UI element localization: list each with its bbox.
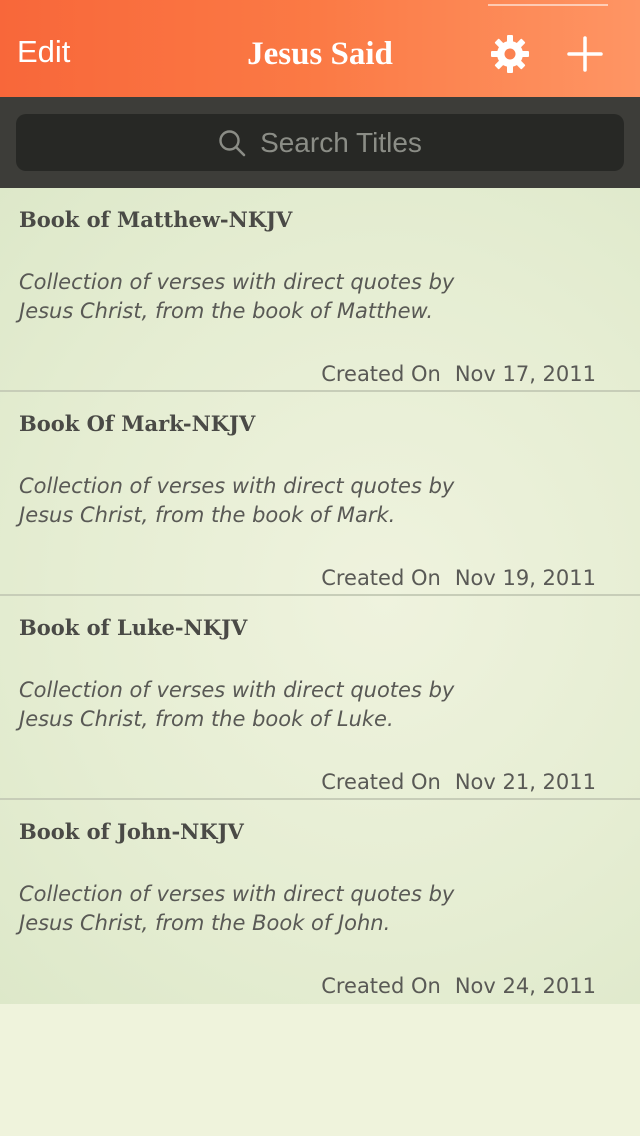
search-placeholder: Search Titles xyxy=(260,126,422,158)
gear-icon[interactable] xyxy=(488,32,532,76)
created-label: Created On xyxy=(321,362,441,386)
empty-list-area xyxy=(0,1004,640,1136)
item-created-date: Created On Nov 24, 2011 xyxy=(321,972,596,1000)
item-title: Book Of Mark-NKJV xyxy=(19,411,256,436)
created-date-value: Nov 21, 2011 xyxy=(454,770,596,794)
item-description: Collection of verses with direct quotes … xyxy=(19,268,479,326)
search-icon xyxy=(219,129,246,156)
item-description-line: Collection of verses with direct quotes … xyxy=(19,270,455,294)
item-description-line: Collection of verses with direct quotes … xyxy=(19,474,455,498)
item-description-line: Collection of verses with direct quotes … xyxy=(19,678,455,702)
item-description-line: Collection of verses with direct quotes … xyxy=(19,882,455,906)
status-indicator-line xyxy=(488,4,608,6)
item-created-date: Created On Nov 19, 2011 xyxy=(321,564,596,592)
created-label: Created On xyxy=(321,974,441,998)
item-created-date: Created On Nov 17, 2011 xyxy=(321,360,596,388)
created-date-value: Nov 19, 2011 xyxy=(454,566,596,590)
item-title: Book of John-NKJV xyxy=(19,819,244,844)
created-date-value: Nov 17, 2011 xyxy=(454,362,596,386)
item-created-date: Created On Nov 21, 2011 xyxy=(321,768,596,796)
edit-button[interactable]: Edit xyxy=(17,33,70,71)
item-title: Book of Matthew-NKJV xyxy=(19,207,293,232)
app-screen: Edit Jesus Said Search Titles Book of Ma… xyxy=(0,0,640,1136)
item-description-line: Jesus Christ, from the book of Mark. xyxy=(19,503,396,527)
item-description: Collection of verses with direct quotes … xyxy=(19,472,479,530)
search-input[interactable]: Search Titles xyxy=(16,114,624,171)
item-description-line: Jesus Christ, from the book of Luke. xyxy=(19,707,394,731)
navigation-bar: Edit Jesus Said xyxy=(0,0,640,97)
created-date-value: Nov 24, 2011 xyxy=(454,974,596,998)
page-title: Jesus Said xyxy=(247,36,393,72)
titles-list: Book of Matthew-NKJV Collection of verse… xyxy=(0,188,640,1004)
list-item[interactable]: Book of John-NKJV Collection of verses w… xyxy=(0,800,640,1004)
created-label: Created On xyxy=(321,566,441,590)
item-description-line: Jesus Christ, from the book of Matthew. xyxy=(19,299,434,323)
item-description: Collection of verses with direct quotes … xyxy=(19,676,479,734)
list-item[interactable]: Book of Matthew-NKJV Collection of verse… xyxy=(0,188,640,392)
item-description: Collection of verses with direct quotes … xyxy=(19,880,479,938)
item-description-line: Jesus Christ, from the Book of John. xyxy=(19,911,391,935)
list-item[interactable]: Book of Luke-NKJV Collection of verses w… xyxy=(0,596,640,800)
item-title: Book of Luke-NKJV xyxy=(19,615,248,640)
search-bar: Search Titles xyxy=(0,97,640,188)
plus-icon[interactable] xyxy=(566,35,604,73)
created-label: Created On xyxy=(321,770,441,794)
list-item[interactable]: Book Of Mark-NKJV Collection of verses w… xyxy=(0,392,640,596)
